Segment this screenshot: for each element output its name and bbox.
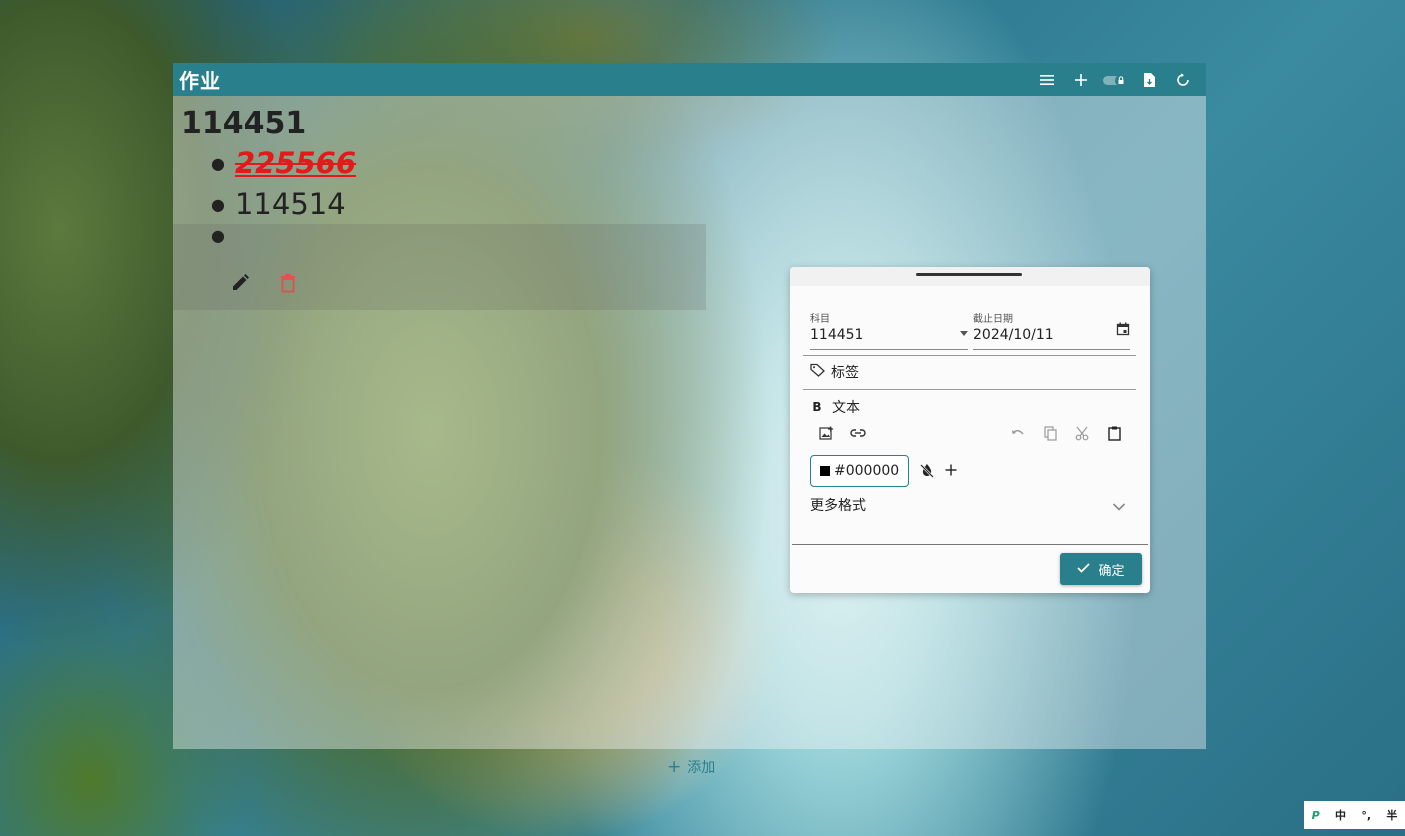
bullet-icon: ●: [211, 226, 225, 245]
text-section-header: B 文本: [810, 397, 860, 417]
add-button-label: 添加: [687, 760, 716, 776]
add-icon[interactable]: [1064, 63, 1098, 96]
menu-icon[interactable]: [1030, 63, 1064, 96]
tag-icon: [810, 363, 825, 381]
list-item-text: 114514: [234, 187, 346, 221]
bullet-icon: ●: [211, 153, 225, 173]
divider: [803, 389, 1136, 390]
toolbar: [1030, 63, 1200, 96]
insert-link-icon[interactable]: [848, 423, 868, 443]
tags-row[interactable]: 标签: [810, 362, 859, 382]
confirm-button[interactable]: 确定: [1060, 553, 1142, 585]
calendar-icon[interactable]: [1116, 321, 1130, 340]
divider: [803, 355, 1136, 356]
lock-toggle-icon[interactable]: [1098, 63, 1132, 96]
export-file-icon[interactable]: [1132, 63, 1166, 96]
paste-icon[interactable]: [1104, 423, 1124, 443]
refresh-icon[interactable]: [1166, 63, 1200, 96]
edit-icon[interactable]: [228, 271, 252, 295]
plus-icon: +: [667, 756, 682, 777]
text-color-input[interactable]: #000000: [810, 455, 909, 487]
cut-icon[interactable]: [1072, 423, 1092, 443]
subject-value: 114451: [810, 327, 864, 343]
drag-handle[interactable]: [916, 273, 1022, 276]
subject-select[interactable]: 科目 114451: [810, 310, 968, 350]
check-icon: [1077, 562, 1091, 577]
edit-sheet: 科目 114451 截止日期 2024/10/11 标签 B 文本 #00000…: [790, 267, 1150, 593]
text-label: 文本: [832, 400, 860, 416]
add-button[interactable]: + 添加: [667, 757, 715, 777]
app-title: 作业: [179, 69, 221, 93]
due-date-value: 2024/10/11: [973, 327, 1054, 343]
color-value: #000000: [834, 463, 900, 479]
confirm-label: 确定: [1098, 563, 1125, 579]
delete-icon[interactable]: [276, 271, 300, 295]
dropdown-arrow-icon: [960, 331, 968, 336]
ime-language[interactable]: 中: [1335, 807, 1346, 823]
more-format-toggle[interactable]: 更多格式: [810, 495, 866, 515]
tags-label: 标签: [831, 365, 859, 381]
bullet-icon: ●: [211, 194, 225, 214]
clear-color-icon[interactable]: [917, 460, 937, 480]
list-item[interactable]: ● 114514: [211, 187, 346, 221]
due-date-field[interactable]: 截止日期 2024/10/11: [973, 310, 1130, 350]
list-item-text: 225566: [234, 146, 357, 180]
row-actions: [228, 271, 300, 295]
field-underline: [973, 349, 1130, 350]
list-item[interactable]: ● 225566: [211, 146, 356, 180]
undo-icon[interactable]: [1008, 423, 1028, 443]
insert-image-icon[interactable]: [816, 423, 836, 443]
ime-status-bar[interactable]: P 中 °, 半: [1304, 801, 1405, 829]
sheet-header: [790, 267, 1150, 286]
field-underline: [810, 349, 968, 350]
subject-heading: 114451: [181, 106, 307, 141]
ime-logo-icon: P: [1311, 808, 1320, 822]
selected-row[interactable]: [173, 224, 706, 310]
ime-punctuation[interactable]: °,: [1361, 809, 1371, 822]
color-swatch: [820, 466, 830, 476]
subject-label: 科目: [810, 314, 830, 325]
app-bar: 作业: [173, 63, 1206, 96]
divider: [792, 544, 1148, 545]
list-item[interactable]: ●: [211, 226, 235, 245]
add-color-icon[interactable]: [941, 460, 961, 480]
bold-icon[interactable]: B: [810, 400, 824, 414]
chevron-down-icon[interactable]: [1112, 497, 1126, 516]
copy-icon[interactable]: [1040, 423, 1060, 443]
due-date-label: 截止日期: [973, 314, 1013, 325]
ime-width[interactable]: 半: [1386, 807, 1397, 823]
